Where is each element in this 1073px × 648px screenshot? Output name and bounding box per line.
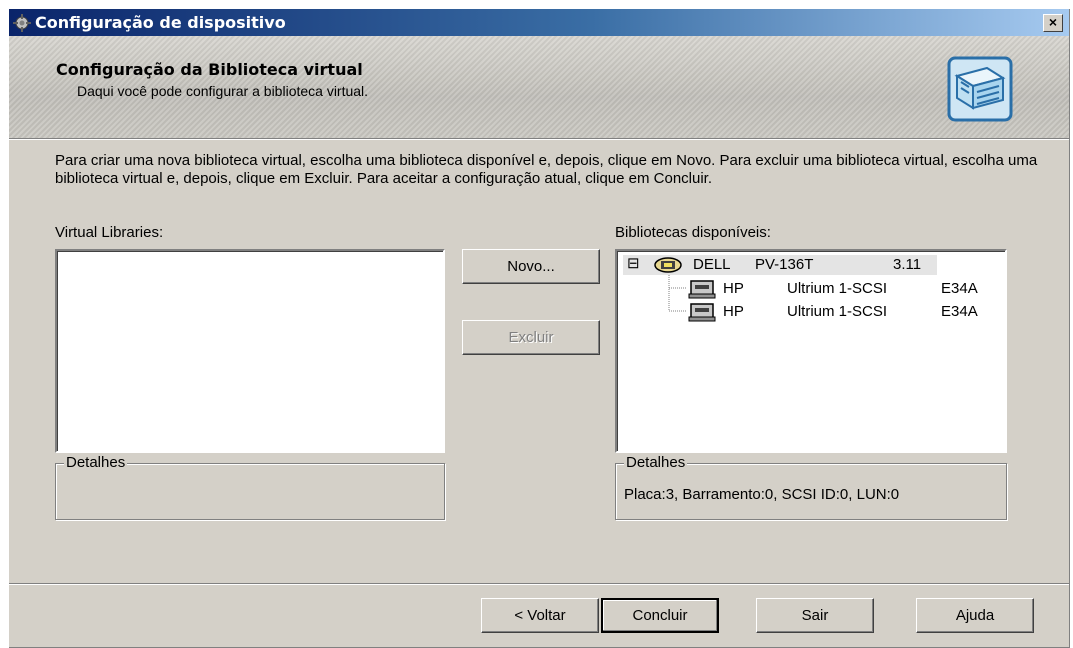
header-banner: Configuração da Biblioteca virtual Daqui… (9, 36, 1069, 138)
back-button[interactable]: < Voltar (481, 598, 599, 633)
tree-node-drive-1[interactable]: HP Ultrium 1-SCSI E34A (687, 279, 997, 299)
drive-version: E34A (941, 303, 978, 320)
device-config-icon (13, 14, 31, 32)
delete-button[interactable]: Excluir (462, 320, 600, 355)
dialog-window: Configuração de dispositivo × Configuraç… (8, 8, 1070, 648)
available-details-text: Placa:3, Barramento:0, SCSI ID:0, LUN:0 (624, 486, 900, 503)
tree-node-root[interactable]: ⊟ DELL PV-136T 3.11 (623, 255, 937, 275)
window-title: Configuração de dispositivo (35, 13, 286, 32)
drive-vendor: HP (723, 280, 744, 297)
virtual-libraries-list[interactable] (55, 249, 445, 453)
tree-root-vendor: DELL (693, 256, 731, 273)
tape-library-icon (654, 257, 682, 273)
finish-button[interactable]: Concluir (601, 598, 719, 633)
available-libraries-label: Bibliotecas disponíveis: (615, 224, 771, 241)
banner-title: Configuração da Biblioteca virtual (56, 60, 363, 79)
drive-model: Ultrium 1-SCSI (787, 280, 888, 297)
tree-node-drive-2[interactable]: HP Ultrium 1-SCSI E34A (687, 302, 997, 322)
help-button[interactable]: Ajuda (916, 598, 1034, 633)
tree-root-model: PV-136T (755, 256, 814, 273)
new-button[interactable]: Novo... (462, 249, 600, 284)
title-bar[interactable]: Configuração de dispositivo × (9, 9, 1069, 36)
drive-version: E34A (941, 280, 978, 297)
banner-subtitle: Daqui você pode configurar a biblioteca … (77, 83, 369, 99)
tree-root-version: 3.11 (893, 256, 922, 273)
tree-collapse-icon[interactable]: ⊟ (627, 255, 640, 273)
drive-model: Ultrium 1-SCSI (787, 303, 888, 320)
library-wizard-icon (947, 56, 1013, 122)
tape-drive-icon (688, 280, 716, 299)
drive-vendor: HP (723, 303, 744, 320)
instructions-text: Para criar uma nova biblioteca virtual, … (55, 152, 1038, 187)
virtual-details-legend: Detalhes (64, 454, 128, 471)
banner-divider (9, 138, 1069, 140)
virtual-libraries-label: Virtual Libraries: (55, 224, 164, 241)
tape-drive-icon (688, 303, 716, 322)
virtual-details-group: Detalhes (55, 454, 445, 520)
available-details-legend: Detalhes (624, 454, 688, 471)
exit-button[interactable]: Sair (756, 598, 874, 633)
close-button[interactable]: × (1043, 14, 1063, 32)
footer-divider (9, 583, 1069, 585)
available-details-group: Detalhes Placa:3, Barramento:0, SCSI ID:… (615, 454, 1007, 520)
available-libraries-tree[interactable]: ⊟ DELL PV-136T 3.11 HP Ultrium 1-SCSI E3… (615, 249, 1007, 453)
